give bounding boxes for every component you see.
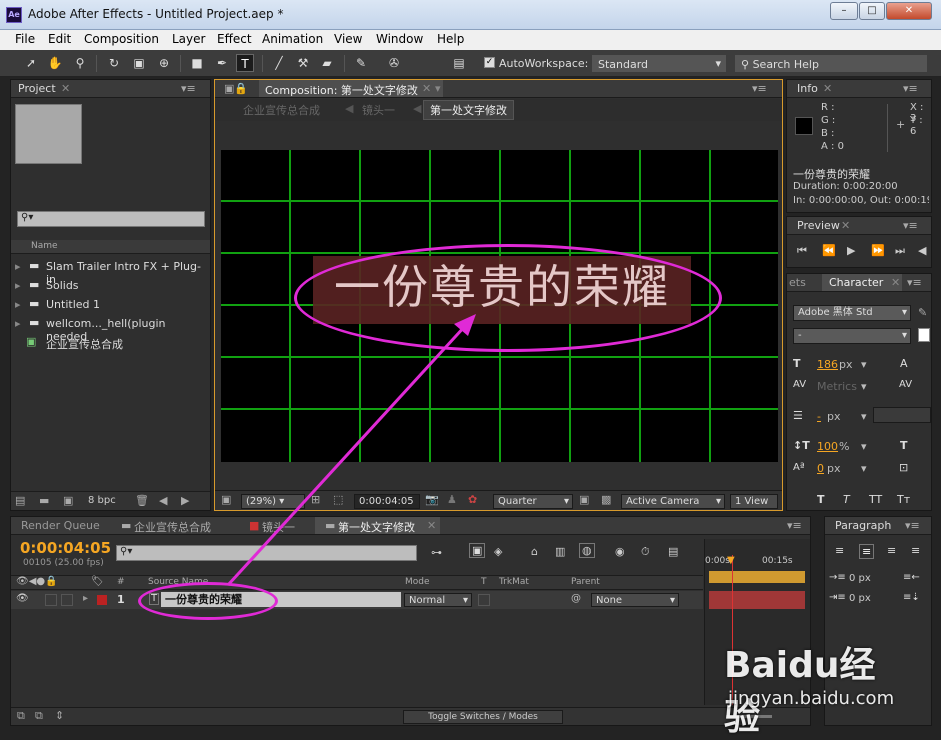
- annotation-arrow: [226, 314, 476, 587]
- baidu-watermark-url: jingyan.baidu.com: [728, 688, 895, 709]
- baidu-watermark-logo: Baidu经验: [724, 645, 876, 738]
